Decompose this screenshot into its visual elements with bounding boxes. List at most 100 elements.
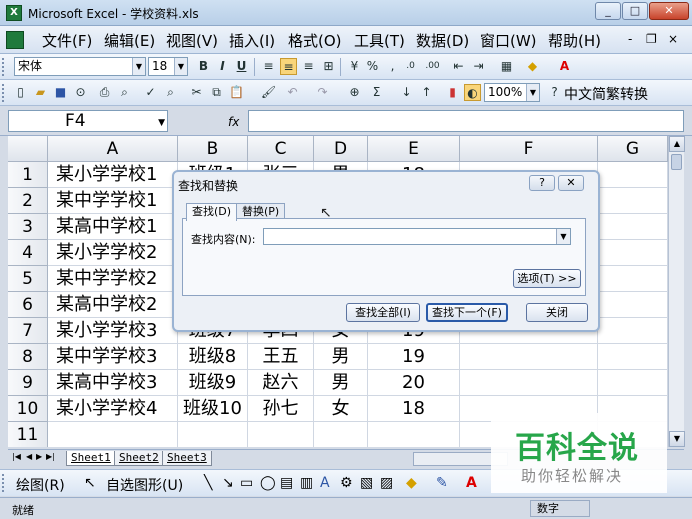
find-what-input[interactable]: ▼ [263, 228, 571, 245]
sort-descending-icon[interactable]: ↑ [418, 84, 435, 101]
textbox-icon[interactable]: ▤ [280, 475, 293, 491]
cell-d11[interactable] [314, 422, 368, 447]
row-header-11[interactable]: 11 [8, 422, 48, 447]
paste-icon[interactable]: 📋 [228, 84, 245, 101]
font-size-select[interactable]: 18 ▼ [148, 57, 188, 76]
insert-function-icon[interactable]: fx [228, 115, 239, 129]
align-left-icon[interactable]: ≡ [260, 58, 277, 75]
new-file-icon[interactable]: ▯ [12, 84, 29, 101]
cell-a3[interactable]: 某高中学校1 [48, 214, 178, 240]
cell-a5[interactable]: 某中学学校2 [48, 266, 178, 292]
cell-g8[interactable] [598, 344, 668, 370]
font-name-select[interactable]: 宋体 ▼ [14, 57, 146, 76]
decrease-indent-icon[interactable]: ⇤ [450, 58, 467, 75]
fill-color-icon[interactable]: ◆ [406, 475, 417, 491]
zoom-select[interactable]: 100% ▼ [484, 83, 540, 102]
open-folder-icon[interactable]: ▰ [32, 84, 49, 101]
menu-view[interactable]: 视图(V) [166, 30, 218, 51]
row-header-10[interactable]: 10 [8, 396, 48, 422]
menu-tools[interactable]: 工具(T) [354, 30, 405, 51]
picture-icon[interactable]: ▨ [380, 475, 393, 491]
chevron-down-icon[interactable]: ▼ [158, 113, 165, 133]
column-header-e[interactable]: E [368, 136, 460, 162]
prev-sheet-icon[interactable]: ◀ [26, 452, 32, 461]
column-header-d[interactable]: D [314, 136, 368, 162]
chinese-conversion-button[interactable]: 中文简繁转换 [564, 84, 648, 104]
excel-app-icon[interactable]: X [6, 5, 22, 21]
cell-b11[interactable] [178, 422, 248, 447]
menu-data[interactable]: 数据(D) [416, 30, 469, 51]
borders-icon[interactable]: ▦ [498, 58, 515, 75]
sheet-tab-2[interactable]: Sheet2 [114, 451, 164, 466]
menu-help[interactable]: 帮助(H) [548, 30, 601, 51]
cell-b9[interactable]: 班级9 [178, 370, 248, 396]
cell-a2[interactable]: 某中学学校1 [48, 188, 178, 214]
cell-g6[interactable] [598, 292, 668, 318]
tab-find[interactable]: 查找(D) [186, 203, 238, 221]
cut-icon[interactable]: ✂ [188, 84, 205, 101]
rectangle-icon[interactable]: ▭ [240, 475, 253, 491]
cell-d8[interactable]: 男 [314, 344, 368, 370]
spelling-icon[interactable]: ✓ [142, 84, 159, 101]
research-icon[interactable]: ⌕ [162, 84, 179, 101]
cell-g2[interactable] [598, 188, 668, 214]
cell-a9[interactable]: 某高中学校3 [48, 370, 178, 396]
print-icon[interactable]: ⎙ [96, 84, 113, 101]
scroll-up-icon[interactable]: ▲ [669, 136, 685, 152]
cell-c8[interactable]: 王五 [248, 344, 314, 370]
maximize-button[interactable]: □ [622, 2, 648, 20]
chevron-down-icon[interactable]: ▼ [556, 229, 570, 244]
cell-a8[interactable]: 某中学学校3 [48, 344, 178, 370]
autoshapes-button[interactable]: 自选图形(U) [106, 475, 183, 495]
currency-icon[interactable]: ¥ [346, 58, 363, 75]
diagram-icon[interactable]: ⚙ [340, 475, 353, 491]
scroll-thumb[interactable] [671, 154, 682, 170]
vertical-textbox-icon[interactable]: ▥ [300, 475, 313, 491]
menu-file[interactable]: 文件(F) [42, 30, 92, 51]
column-header-c[interactable]: C [248, 136, 314, 162]
dialog-close-button[interactable]: ✕ [558, 175, 584, 191]
scroll-down-icon[interactable]: ▼ [669, 431, 685, 447]
font-color-icon[interactable]: A [466, 475, 477, 491]
toolbar-handle[interactable] [2, 84, 6, 102]
select-all-corner[interactable] [8, 136, 48, 162]
cell-f8[interactable] [460, 344, 598, 370]
close-window-button[interactable]: ✕ [649, 2, 689, 20]
autosum-button[interactable]: Σ [368, 84, 385, 101]
draw-menu-button[interactable]: 绘图(R) [16, 475, 65, 495]
oval-icon[interactable]: ◯ [260, 475, 276, 491]
merge-center-icon[interactable]: ⊞ [320, 58, 337, 75]
toolbar-handle[interactable] [2, 58, 6, 76]
print-preview-icon[interactable]: ⌕ [116, 84, 133, 101]
last-sheet-icon[interactable]: ▶| [46, 452, 55, 461]
row-header-1[interactable]: 1 [8, 162, 48, 188]
name-box[interactable]: F4 ▼ [8, 110, 168, 132]
cell-g3[interactable] [598, 214, 668, 240]
sort-ascending-icon[interactable]: ↓ [398, 84, 415, 101]
copy-icon[interactable]: ⧉ [208, 84, 225, 101]
chevron-down-icon[interactable]: ▼ [174, 58, 187, 75]
redo-icon[interactable]: ↷ [314, 84, 331, 101]
chevron-down-icon[interactable]: ▼ [526, 84, 539, 101]
row-header-2[interactable]: 2 [8, 188, 48, 214]
chart-wizard-icon[interactable]: ▮ [444, 84, 461, 101]
undo-icon[interactable]: ↶ [284, 84, 301, 101]
hyperlink-icon[interactable]: ⊕ [346, 84, 363, 101]
formula-input[interactable] [248, 110, 684, 132]
next-sheet-icon[interactable]: ▶ [36, 452, 42, 461]
cell-a11[interactable] [48, 422, 178, 447]
options-button[interactable]: 选项(T) >> [513, 269, 581, 288]
workbook-restore-button[interactable]: ❐ [646, 32, 657, 46]
workbook-close-button[interactable]: × [668, 32, 678, 46]
column-header-a[interactable]: A [48, 136, 178, 162]
sheet-tab-3[interactable]: Sheet3 [162, 451, 212, 466]
permission-icon[interactable]: ⊙ [72, 84, 89, 101]
percent-button[interactable]: % [364, 58, 381, 75]
find-all-button[interactable]: 查找全部(I) [346, 303, 420, 322]
cell-a6[interactable]: 某高中学校2 [48, 292, 178, 318]
cell-c11[interactable] [248, 422, 314, 447]
cell-b10[interactable]: 班级10 [178, 396, 248, 422]
clipart-icon[interactable]: ▧ [360, 475, 373, 491]
row-header-6[interactable]: 6 [8, 292, 48, 318]
cell-g4[interactable] [598, 240, 668, 266]
